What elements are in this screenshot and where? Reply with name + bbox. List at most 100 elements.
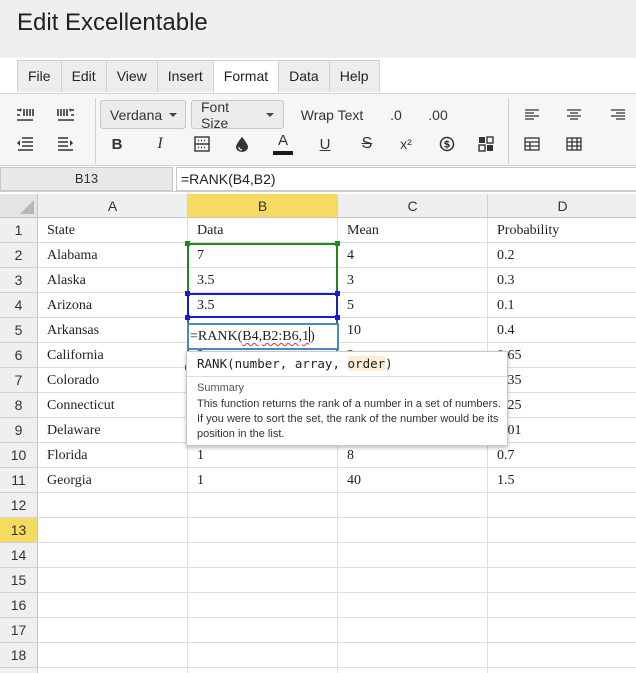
column-header-a[interactable]: A [38,194,188,218]
cell-b15[interactable] [188,568,338,593]
cell-d10[interactable]: 0.7 [488,443,636,468]
cell-d8[interactable]: 0.25 [488,393,636,418]
menu-item-insert[interactable]: Insert [158,61,214,92]
decrease-decimals-button[interactable]: .0 [381,102,411,128]
table-icon[interactable] [520,131,544,157]
cell-d19[interactable] [488,668,636,673]
row-header-13[interactable]: 13 [0,518,38,543]
menu-item-data[interactable]: Data [279,61,330,92]
cell-c17[interactable] [338,618,488,643]
row-header-8[interactable]: 8 [0,393,38,418]
row-header-11[interactable]: 11 [0,468,38,493]
cell-b2[interactable]: 7 [188,243,338,268]
menu-item-view[interactable]: View [107,61,158,92]
row-header-14[interactable]: 14 [0,543,38,568]
cell-d17[interactable] [488,618,636,643]
row-header-9[interactable]: 9 [0,418,38,443]
cell-d16[interactable] [488,593,636,618]
row-header-16[interactable]: 16 [0,593,38,618]
row-header-12[interactable]: 12 [0,493,38,518]
row-header-2[interactable]: 2 [0,243,38,268]
cell-c2[interactable]: 4 [338,243,488,268]
cell-c4[interactable]: 5 [338,293,488,318]
cell-a8[interactable]: Connecticut [38,393,188,418]
cell-d4[interactable]: 0.1 [488,293,636,318]
cell-c1[interactable]: Mean [338,218,488,243]
row-header-3[interactable]: 3 [0,268,38,293]
cell-c19[interactable] [338,668,488,673]
text-color-button[interactable]: A [271,128,295,158]
font-size-dropdown[interactable]: Font Size [191,99,284,131]
cell-b19[interactable] [188,668,338,673]
cell-a15[interactable] [38,568,188,593]
cell-a9[interactable]: Delaware [38,418,188,443]
cell-a11[interactable]: Georgia [38,468,188,493]
menu-item-edit[interactable]: Edit [62,61,107,92]
cell-c14[interactable] [338,543,488,568]
column-header-c[interactable]: C [338,194,488,218]
align-right-icon[interactable] [606,102,630,128]
underline-button[interactable]: U [313,131,337,157]
italic-button[interactable]: I [148,131,172,157]
cell-b4[interactable]: 3.5 [188,293,338,318]
align-left-icon[interactable] [520,102,544,128]
cell-d15[interactable] [488,568,636,593]
cell-d11[interactable]: 1.5 [488,468,636,493]
cell-c12[interactable] [338,493,488,518]
row-header-1[interactable]: 1 [0,218,38,243]
outdent-icon[interactable] [12,131,38,157]
cell-c3[interactable]: 3 [338,268,488,293]
cell-a3[interactable]: Alaska [38,268,188,293]
cell-b16[interactable] [188,593,338,618]
cell-b18[interactable] [188,643,338,668]
range-handle[interactable] [335,315,340,320]
cell-a2[interactable]: Alabama [38,243,188,268]
cell-a6[interactable]: California [38,343,188,368]
range-handle[interactable] [185,241,190,246]
cell-d12[interactable] [488,493,636,518]
cell-a12[interactable] [38,493,188,518]
cell-c16[interactable] [338,593,488,618]
cell-c11[interactable]: 40 [338,468,488,493]
row-header-19[interactable]: 19 [0,668,38,673]
fill-color-icon[interactable] [230,131,254,157]
increase-decimals-button[interactable]: .00 [420,102,456,128]
conditional-format-icon[interactable] [474,131,498,157]
cell-editor[interactable]: =RANK(B4,B2:B6,1) [187,323,339,350]
cell-d6[interactable]: 0.65 [488,343,636,368]
cell-a16[interactable] [38,593,188,618]
indent-decrease-icon[interactable] [53,102,79,128]
bold-button[interactable]: B [105,131,129,157]
cell-c10[interactable]: 8 [338,443,488,468]
range-handle[interactable] [335,291,340,296]
cell-a7[interactable]: Colorado [38,368,188,393]
cell-b11[interactable]: 1 [188,468,338,493]
cell-c18[interactable] [338,643,488,668]
cell-a18[interactable] [38,643,188,668]
cell-a19[interactable] [38,668,188,673]
column-header-d[interactable]: D [488,194,636,218]
superscript-button[interactable]: x² [394,131,418,157]
cell-b10[interactable]: 1 [188,443,338,468]
cell-a14[interactable] [38,543,188,568]
column-header-b[interactable]: B [188,194,338,218]
range-handle[interactable] [185,315,190,320]
cell-b14[interactable] [188,543,338,568]
cell-b1[interactable]: Data [188,218,338,243]
cell-d2[interactable]: 0.2 [488,243,636,268]
cell-c13[interactable] [338,518,488,543]
cell-a13[interactable] [38,518,188,543]
select-all-corner[interactable] [0,194,38,218]
font-family-dropdown[interactable]: Verdana [100,100,186,129]
row-header-18[interactable]: 18 [0,643,38,668]
cell-a1[interactable]: State [38,218,188,243]
cell-d9[interactable]: 0.01 [488,418,636,443]
row-header-6[interactable]: 6 [0,343,38,368]
cell-reference-box[interactable]: B13 [0,167,173,191]
cell-d1[interactable]: Probability [488,218,636,243]
cell-a10[interactable]: Florida [38,443,188,468]
menu-item-help[interactable]: Help [330,61,379,92]
cell-a4[interactable]: Arizona [38,293,188,318]
cell-d3[interactable]: 0.3 [488,268,636,293]
align-center-icon[interactable] [562,102,586,128]
